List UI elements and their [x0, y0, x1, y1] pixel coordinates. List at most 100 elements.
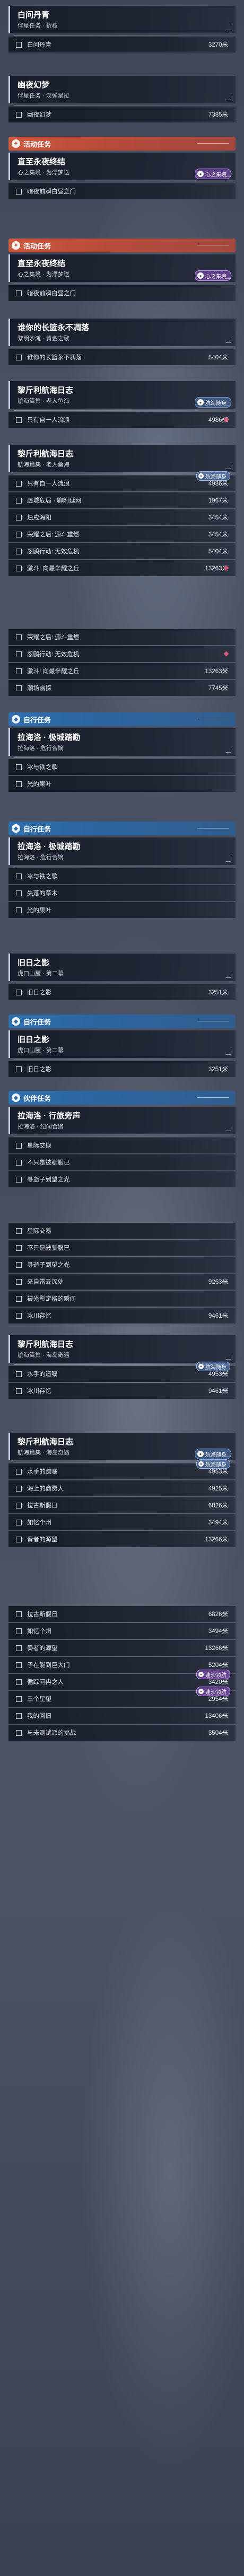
quest-step-row[interactable]: 我的回旧 13406米 [8, 1708, 236, 1724]
quest-card[interactable]: 白问丹青 伴星任务 · 折枝 [8, 6, 236, 33]
checkbox-icon[interactable] [16, 1159, 22, 1166]
quest-card[interactable]: 直至永夜终结 心之集境 · 为浮梦送 ● 心之集境 [8, 153, 236, 180]
checkbox-icon[interactable] [16, 1730, 22, 1736]
quest-step-row[interactable]: 只有自一人流浪 4986米 [8, 412, 236, 428]
checkbox-icon[interactable] [16, 111, 22, 118]
checkbox-icon[interactable] [16, 685, 22, 691]
checkbox-icon[interactable] [16, 781, 22, 787]
checkbox-icon[interactable] [16, 1312, 22, 1319]
checkbox-icon[interactable] [16, 1679, 22, 1685]
quest-step-row[interactable]: 冰川存忆 9461米 [8, 1383, 236, 1399]
checkbox-icon[interactable] [16, 1278, 22, 1285]
checkbox-icon[interactable] [16, 41, 22, 48]
checkbox-icon[interactable] [16, 290, 22, 296]
checkbox-icon[interactable] [16, 531, 22, 537]
checkbox-icon[interactable] [16, 1245, 22, 1251]
quest-step-row[interactable]: 冰与铁之歌 [8, 759, 236, 775]
checkbox-icon[interactable] [16, 1388, 22, 1394]
quest-card[interactable]: 拉海洛 · 极城踏勘 拉海洛 · 危行合嫡 [8, 837, 236, 865]
checkbox-icon[interactable] [16, 497, 22, 504]
quest-step-row[interactable]: 与未测试派的挑战 3504米 [8, 1725, 236, 1741]
checkbox-icon[interactable] [16, 354, 22, 360]
quest-card[interactable]: 黎斤利航海日志 航海篇集 · 老人鱼海 [8, 445, 236, 472]
quest-card[interactable]: 拉海洛 · 极城踏勘 拉海洛 · 危行合嫡 [8, 728, 236, 756]
category-bar[interactable]: ◆ 自行任务 [8, 822, 236, 835]
checkbox-icon[interactable] [16, 565, 22, 571]
quest-step-row[interactable]: 谁你的长篮永不凋落 5404米 [8, 349, 236, 365]
category-bar[interactable]: ✦ 活动任务 [8, 239, 236, 252]
quest-step-row[interactable]: 来自雷云深处 9263米 [8, 1274, 236, 1290]
quest-step-row[interactable]: 激斗! 向最辛耀之丘 13263米 [8, 663, 236, 679]
quest-card[interactable]: 拉海洛 · 行旅旁声 拉海洛 · 纪闻合嫡 [8, 1107, 236, 1134]
quest-step-row[interactable]: 荣耀之后: 源斗重燃 3454米 [8, 526, 236, 542]
quest-step-row[interactable]: 海上的商贾人 4925米 [8, 1480, 236, 1496]
quest-card[interactable]: 直至永夜终结 心之集境 · 为浮梦送 ● 心之集境 [8, 254, 236, 282]
quest-step-row[interactable]: 失落的草木 [8, 885, 236, 901]
category-bar[interactable]: ◆ 自行任务 [8, 1014, 236, 1028]
quest-step-row[interactable]: 水手的遗嘱 4953米 ● 航海随身 [8, 1459, 236, 1479]
quest-step-row[interactable]: 激斗! 向最辛耀之丘 13263米 [8, 560, 236, 576]
checkbox-icon[interactable] [16, 1176, 22, 1183]
quest-step-row[interactable]: 忽鸥行动: 无效危机 5404米 [8, 543, 236, 559]
quest-step-row[interactable]: 星际交易 [8, 1223, 236, 1239]
quest-card[interactable]: 旧日之影 虎口山麓 · 第二幕 [8, 1030, 236, 1058]
quest-step-row[interactable]: 光的果叶 [8, 902, 236, 918]
quest-step-row[interactable]: 星际交换 [8, 1137, 236, 1153]
checkbox-icon[interactable] [16, 764, 22, 770]
checkbox-icon[interactable] [16, 1261, 22, 1268]
quest-step-row[interactable]: 不只是被驯服已 [8, 1240, 236, 1256]
quest-step-row[interactable]: 荣耀之后: 源斗重燃 [8, 629, 236, 645]
checkbox-icon[interactable] [16, 1371, 22, 1377]
checkbox-icon[interactable] [16, 1502, 22, 1508]
quest-step-row[interactable]: 奏者的源望 13266米 [8, 1640, 236, 1656]
quest-card[interactable]: 旧日之影 虎口山麓 · 第二幕 [8, 954, 236, 981]
checkbox-icon[interactable] [16, 480, 22, 487]
quest-step-row[interactable]: 被光影定格的瞬间 [8, 1291, 236, 1307]
checkbox-icon[interactable] [16, 651, 22, 657]
quest-card[interactable]: 谁你的长篮永不凋落 黎明沙滩 · 黄金之歌 [8, 319, 236, 346]
checkbox-icon[interactable] [16, 1228, 22, 1234]
quest-step-row[interactable]: 不只是被驯服已 [8, 1154, 236, 1170]
checkbox-icon[interactable] [16, 1713, 22, 1719]
quest-step-row[interactable]: 寻逝子到望之光 [8, 1257, 236, 1273]
checkbox-icon[interactable] [16, 1066, 22, 1072]
checkbox-icon[interactable] [16, 188, 22, 195]
checkbox-icon[interactable] [16, 1468, 22, 1475]
category-bar[interactable]: ◆ 伙伴任务 [8, 1091, 236, 1105]
quest-step-row[interactable]: 忽鸥行动: 无效危机 [8, 646, 236, 662]
quest-card[interactable]: 黎斤利航海日志 航海篇集 · 海岛奇遇 [8, 1335, 236, 1363]
checkbox-icon[interactable] [16, 1142, 22, 1149]
quest-step-row[interactable]: 寻逝子到望之光 [8, 1171, 236, 1187]
quest-step-row[interactable]: 如忆个州 3494米 [8, 1623, 236, 1639]
quest-step-row[interactable]: 幽夜幻梦 7385米 [8, 107, 236, 122]
checkbox-icon[interactable] [16, 873, 22, 879]
checkbox-icon[interactable] [16, 634, 22, 640]
quest-step-row[interactable]: 旧日之影 3251米 [8, 984, 236, 1000]
quest-step-row[interactable]: 暗夜前瞬白昼之门 [8, 285, 236, 301]
quest-step-row[interactable]: 暗夜前瞬白昼之门 [8, 183, 236, 199]
quest-step-row[interactable]: 拉古斯假日 6826米 [8, 1606, 236, 1622]
checkbox-icon[interactable] [16, 514, 22, 521]
quest-card[interactable]: 幽夜幻梦 伴星任务 · 汉弹星拉 [8, 76, 236, 103]
quest-step-row[interactable]: 旧日之影 3251米 [8, 1061, 236, 1077]
checkbox-icon[interactable] [16, 1519, 22, 1525]
checkbox-icon[interactable] [16, 668, 22, 674]
checkbox-icon[interactable] [16, 417, 22, 423]
checkbox-icon[interactable] [16, 1611, 22, 1617]
quest-step-row[interactable]: 烛戌海阳 3454米 [8, 509, 236, 525]
checkbox-icon[interactable] [16, 1662, 22, 1668]
checkbox-icon[interactable] [16, 1295, 22, 1302]
checkbox-icon[interactable] [16, 989, 22, 995]
checkbox-icon[interactable] [16, 1485, 22, 1492]
quest-step-row[interactable]: 水手的遗嘱 4953米 ● 航海随身 [8, 1362, 236, 1382]
quest-step-row[interactable]: 虚城危局 · 聊附延网 1967米 [8, 492, 236, 508]
quest-step-row[interactable]: 奏者的源望 13266米 [8, 1531, 236, 1547]
checkbox-icon[interactable] [16, 907, 22, 913]
quest-step-row[interactable]: 白问丹青 3270米 [8, 37, 236, 52]
quest-step-row[interactable]: 潮场幽探 7745米 [8, 680, 236, 696]
quest-step-row[interactable]: 三个星望 2954米 ● 蓬沙领航 [8, 1687, 236, 1707]
category-bar[interactable]: ✦ 活动任务 [8, 137, 236, 151]
quest-step-row[interactable]: 如忆个州 3494米 [8, 1514, 236, 1530]
checkbox-icon[interactable] [16, 1628, 22, 1634]
checkbox-icon[interactable] [16, 1645, 22, 1651]
